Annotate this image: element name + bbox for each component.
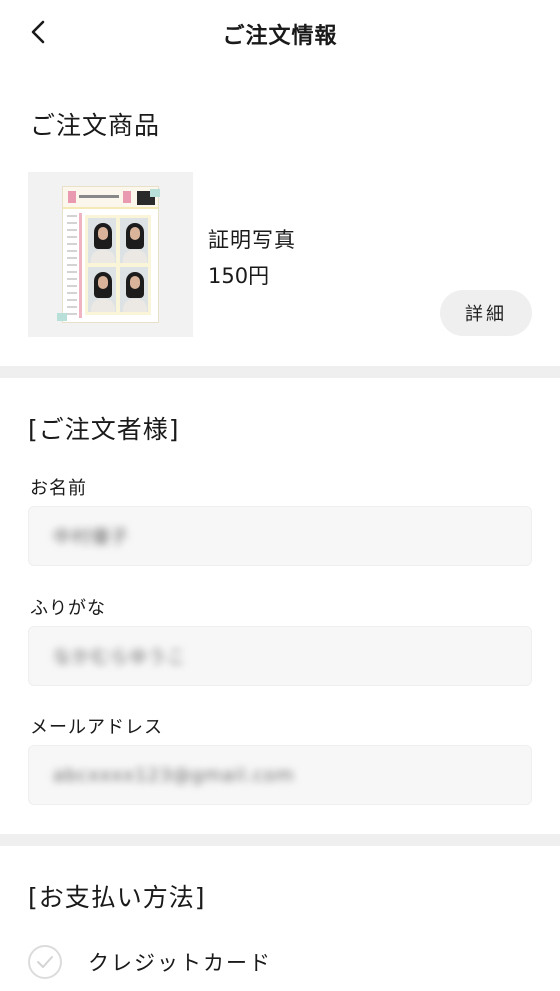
- email-value: abcxxxx123@gmail.com: [53, 764, 295, 786]
- name-label: お名前: [30, 478, 87, 499]
- name-value: 中村優子: [53, 527, 129, 548]
- page-title: ご注文情報: [222, 24, 338, 49]
- orderer-section-title: [ご注文者様]: [28, 415, 180, 444]
- furigana-value: なかむらゆうこ: [53, 647, 186, 668]
- furigana-field[interactable]: なかむらゆうこ: [28, 626, 532, 686]
- payment-option-credit-card[interactable]: クレジットカード: [28, 940, 272, 984]
- product-thumbnail: [28, 172, 193, 337]
- back-button[interactable]: [22, 16, 54, 48]
- product-name: 証明写真: [208, 228, 296, 252]
- section-divider: [0, 366, 560, 378]
- detail-button[interactable]: 詳細: [440, 290, 532, 336]
- product-section-title: ご注文商品: [30, 111, 161, 140]
- payment-option-label: クレジットカード: [88, 951, 272, 975]
- check-circle-icon: [28, 945, 62, 979]
- section-divider: [0, 834, 560, 846]
- header: ご注文情報: [0, 0, 560, 68]
- photo-sheet-image: [57, 186, 160, 323]
- name-field[interactable]: 中村優子: [28, 506, 532, 566]
- order-info-page: ご注文情報 ご注文商品 証明写真 150円 詳細 [ご注文者様] お名前 中村優…: [0, 0, 560, 991]
- email-field[interactable]: abcxxxx123@gmail.com: [28, 745, 532, 805]
- furigana-label: ふりがな: [30, 598, 106, 619]
- payment-section-title: [お支払い方法]: [28, 883, 206, 912]
- chevron-left-icon: [31, 20, 45, 44]
- email-label: メールアドレス: [30, 717, 163, 738]
- product-price: 150円: [208, 264, 270, 288]
